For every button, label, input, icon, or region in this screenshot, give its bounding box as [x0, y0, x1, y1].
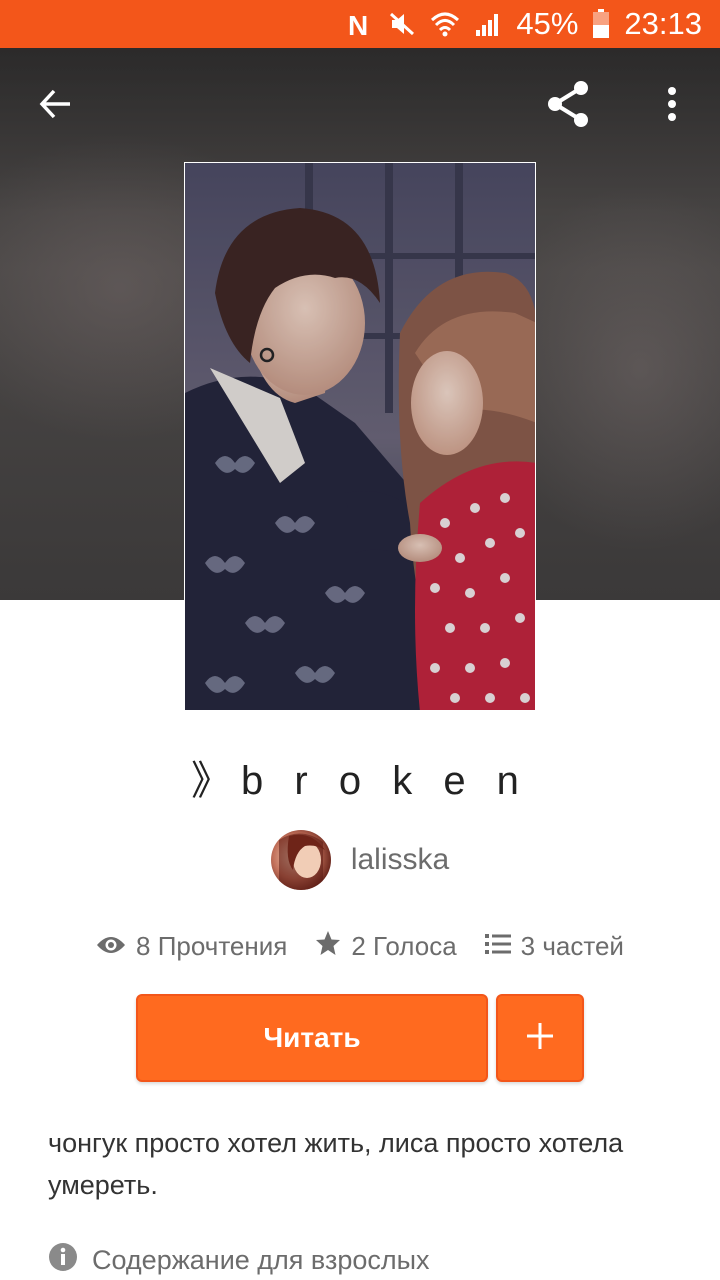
info-icon — [48, 1242, 78, 1279]
read-button[interactable]: Читать — [136, 994, 488, 1082]
mute-icon — [388, 10, 416, 38]
more-vert-icon — [666, 86, 678, 127]
battery-percent: 45% — [516, 6, 579, 41]
eye-icon — [96, 931, 126, 962]
share-icon — [543, 79, 593, 134]
plus-icon — [526, 1022, 554, 1055]
story-cover-image[interactable] — [184, 162, 536, 711]
wifi-icon — [430, 10, 460, 38]
story-description: чонгук просто хотел жить, лиса просто хо… — [48, 1128, 624, 1200]
mature-label: Содержание для взрослых — [92, 1244, 430, 1275]
votes-stat: 2 Голоса — [315, 930, 457, 963]
more-options-button[interactable] — [650, 78, 694, 134]
parts-stat: 3 частей — [484, 930, 624, 962]
signal-icon — [474, 10, 502, 38]
votes-count: 2 Голоса — [351, 930, 457, 961]
story-stats: 8 Прочтения 2 Голоса 3 частей — [0, 926, 720, 966]
story-title: 》b r o k e n — [191, 759, 529, 803]
add-to-library-button[interactable] — [496, 994, 584, 1082]
back-arrow-icon — [38, 86, 74, 127]
status-bar: N 45% 23:13 — [0, 0, 720, 48]
author-name[interactable]: lalisska — [351, 843, 449, 877]
nfc-icon: N — [346, 9, 374, 39]
reads-count: 8 Прочтения — [136, 930, 288, 961]
svg-text:N: N — [348, 10, 368, 39]
reads-stat: 8 Прочтения — [96, 931, 287, 962]
avatar[interactable] — [270, 830, 331, 890]
list-icon — [484, 931, 511, 962]
parts-count: 3 частей — [520, 930, 624, 961]
star-icon — [315, 930, 341, 963]
mature-content-notice: Содержание для взрослых — [48, 1238, 430, 1280]
author-row[interactable]: lalisska — [0, 828, 720, 892]
share-button[interactable] — [538, 76, 598, 136]
back-button[interactable] — [28, 78, 84, 134]
battery-icon — [592, 9, 610, 39]
clock: 23:13 — [624, 6, 702, 41]
